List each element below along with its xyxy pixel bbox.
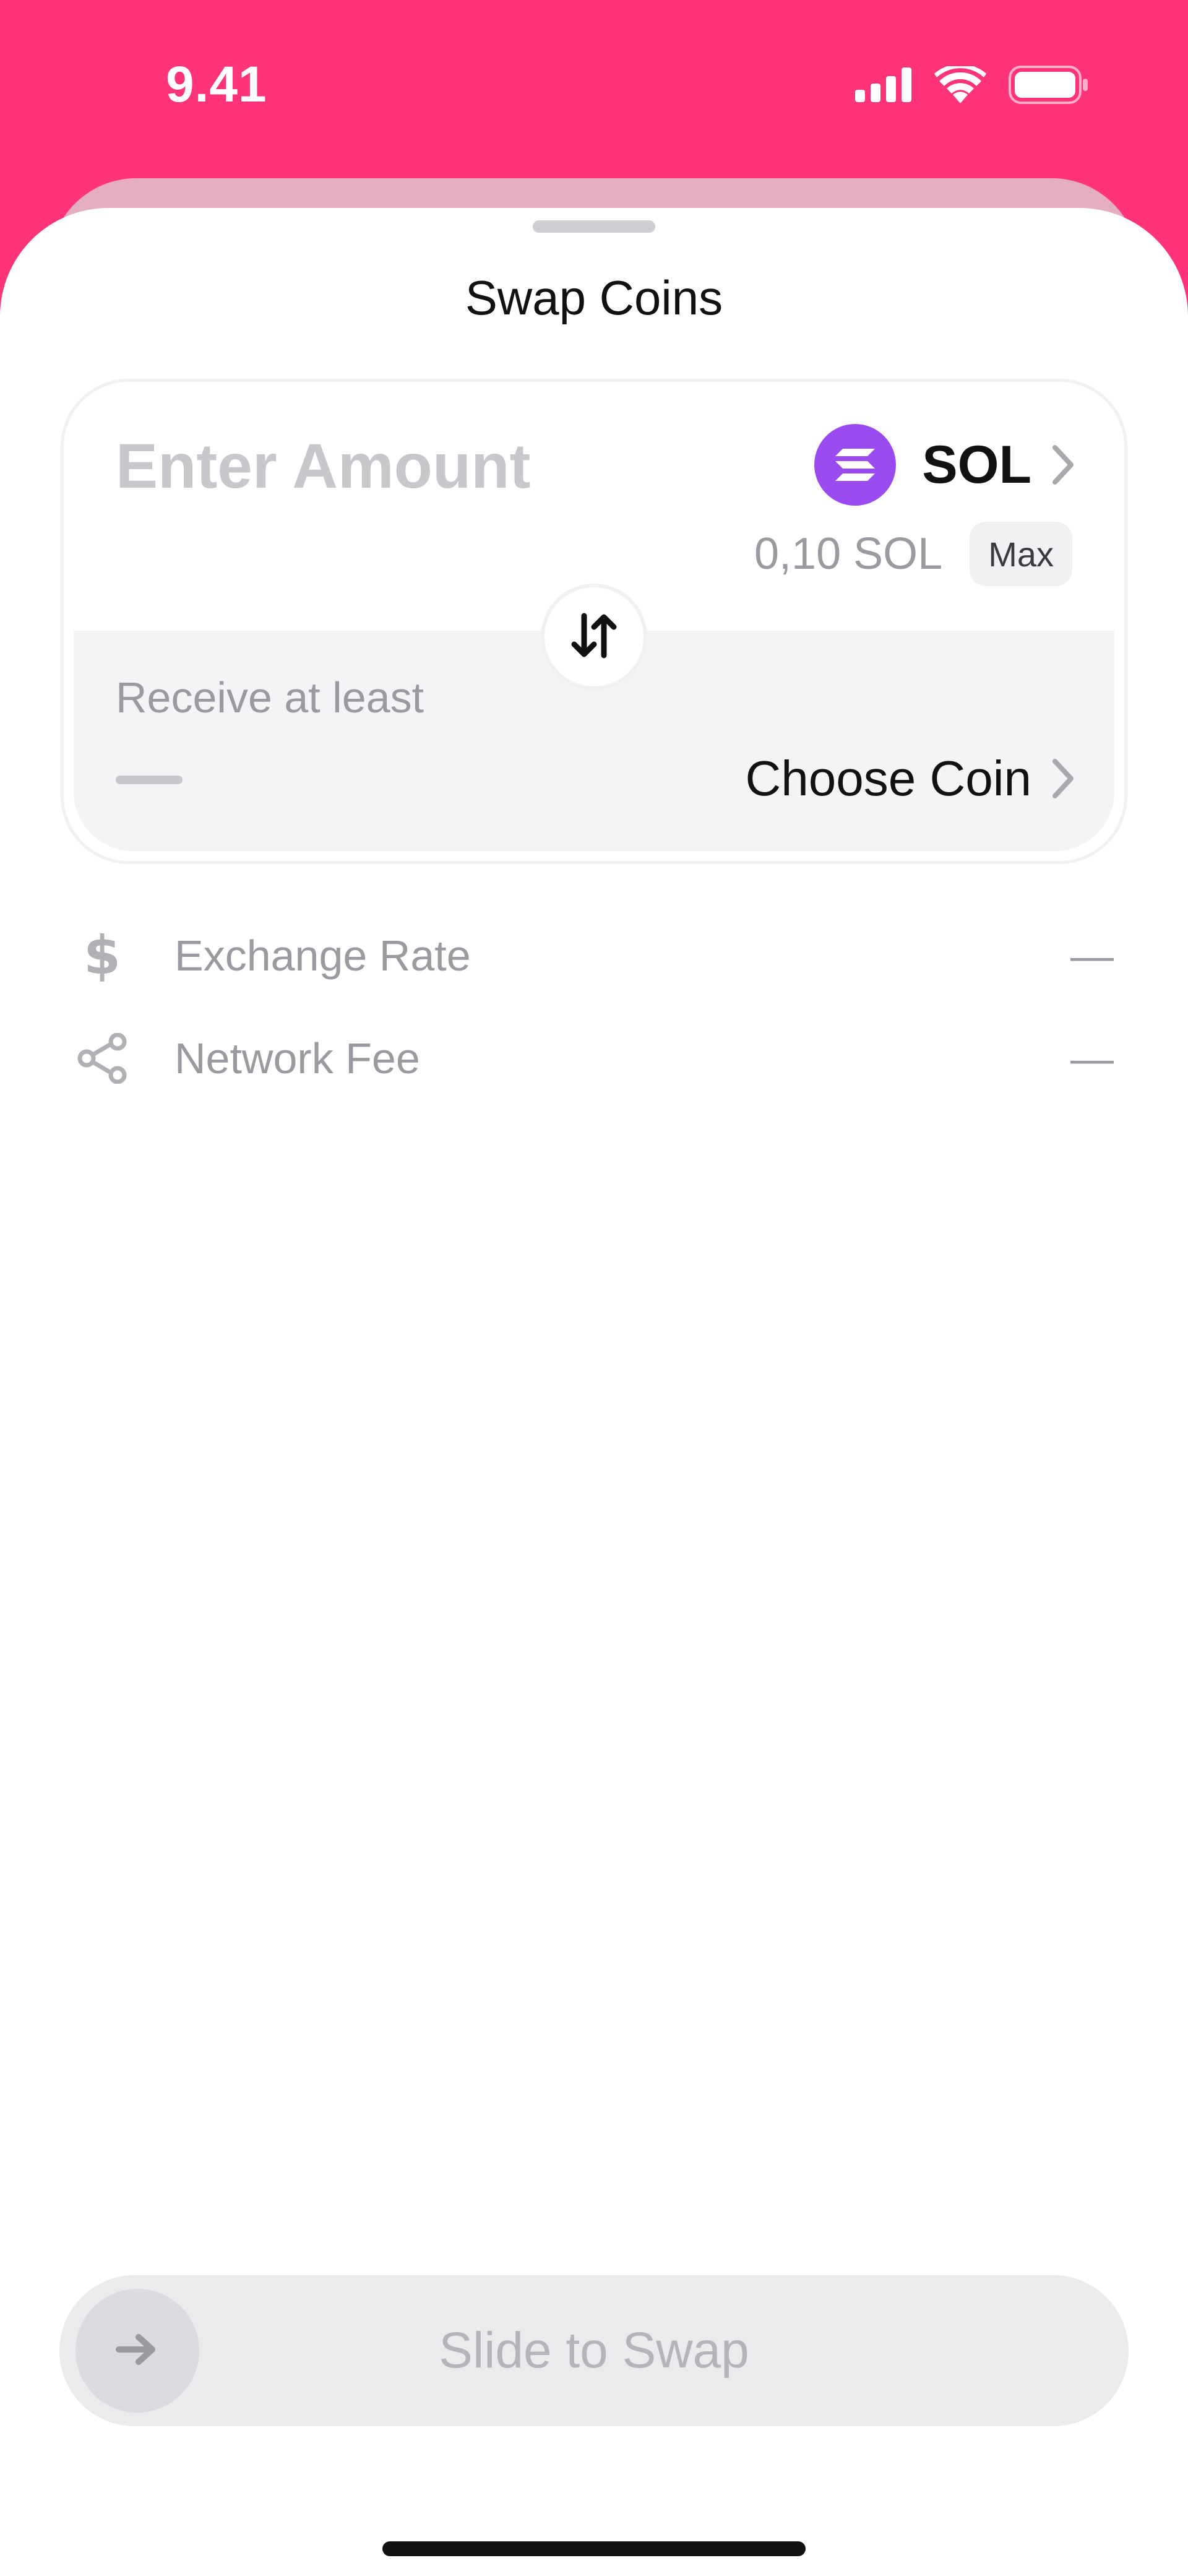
choose-coin-button[interactable]: Choose Coin — [746, 745, 1075, 813]
status-time: 9.41 — [166, 56, 267, 113]
network-fee-label: Network Fee — [174, 1034, 420, 1083]
from-coin-ticker: SOL — [922, 434, 1031, 495]
balance-text: 0,10 SOL — [754, 529, 943, 579]
svg-text:$: $ — [85, 929, 119, 982]
max-button[interactable]: Max — [970, 522, 1072, 586]
battery-icon — [1009, 65, 1089, 107]
dollar-icon: $ — [74, 929, 130, 982]
chevron-right-icon — [1052, 759, 1075, 798]
sheet-title: Swap Coins — [465, 270, 723, 325]
network-fee-row: Network Fee — — [74, 1027, 1114, 1089]
exchange-rate-label: Exchange Rate — [174, 931, 471, 980]
wifi-icon — [934, 63, 986, 106]
swap-card: Enter Amount SOL 0,10 SOL Max Receive at… — [61, 379, 1127, 864]
cellular-signal-icon — [855, 67, 912, 105]
receive-label: Receive at least — [116, 673, 424, 722]
choose-coin-label: Choose Coin — [745, 751, 1032, 806]
network-nodes-icon — [74, 1033, 130, 1084]
slide-to-swap-label: Slide to Swap — [439, 2322, 749, 2379]
swap-screen: 9.41 Swap Coins Enter Amount SOL 0,10 SO… — [0, 0, 1188, 2576]
slide-to-swap[interactable]: Slide to Swap — [59, 2275, 1129, 2426]
slide-knob[interactable] — [75, 2289, 199, 2413]
sheet-grabber[interactable] — [533, 220, 655, 233]
balance-row: 0,10 SOL Max — [754, 522, 1072, 586]
receive-amount-placeholder — [116, 776, 183, 784]
chevron-right-icon — [1052, 445, 1075, 485]
network-fee-value: — — [1070, 1034, 1114, 1083]
amount-input[interactable]: Enter Amount — [116, 430, 531, 503]
exchange-rate-row: $ Exchange Rate — — [74, 925, 1114, 987]
swap-vertical-arrows-icon — [568, 610, 620, 665]
from-coin-selector[interactable]: SOL — [814, 424, 1075, 506]
swap-sheet: Swap Coins Enter Amount SOL 0,10 SOL Max… — [0, 208, 1188, 2576]
swap-direction-button[interactable] — [541, 584, 647, 690]
arrow-right-icon — [115, 2332, 160, 2370]
status-icons — [855, 63, 1089, 108]
solana-logo-icon — [814, 424, 897, 506]
home-indicator[interactable] — [382, 2541, 806, 2556]
exchange-rate-value: — — [1070, 931, 1114, 980]
